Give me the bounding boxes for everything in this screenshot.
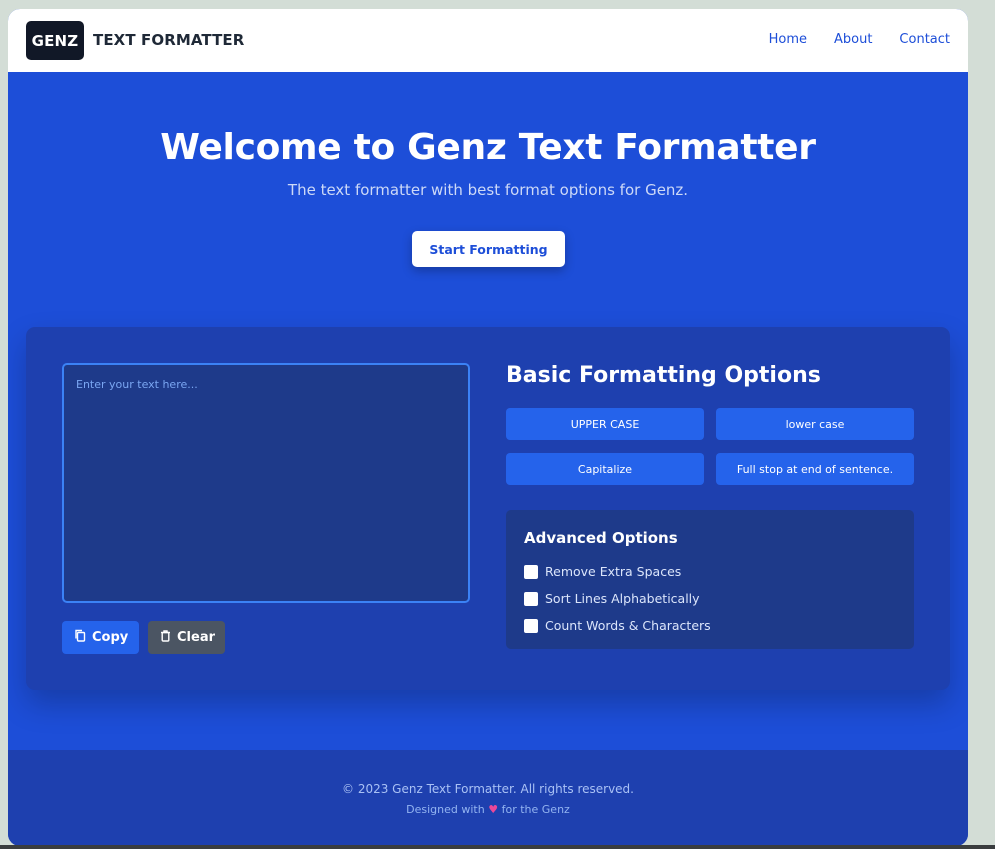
remove-extra-spaces-checkbox[interactable] [524,564,538,579]
advanced-options-title: Advanced Options [524,529,678,547]
editor-actions: Copy Clear [62,621,225,654]
hero-subtitle: The text formatter with best format opti… [287,181,689,199]
option-remove-extra-spaces[interactable]: Remove Extra Spaces [524,558,711,585]
nav-contact-link[interactable]: Contact [899,32,950,47]
basic-options-grid: UPPER CASE lower case Capitalize Full st… [506,408,914,485]
advanced-options-panel: Advanced Options Remove Extra Spaces Sor… [506,510,914,649]
option-count-words[interactable]: Count Words & Characters [524,612,711,639]
designed-suffix: for the Genz [501,803,570,816]
lowercase-button[interactable]: lower case [716,408,914,440]
start-formatting-button[interactable]: Start Formatting [412,231,565,267]
logo[interactable]: GENZ [26,21,84,60]
basic-options-title: Basic Formatting Options [506,363,821,388]
capitalize-button[interactable]: Capitalize [506,453,704,485]
nav-about-link[interactable]: About [834,32,872,47]
clear-button[interactable]: Clear [148,621,225,654]
copyright-text: © 2023 Genz Text Formatter. All rights r… [342,782,634,796]
option-sort-lines[interactable]: Sort Lines Alphabetically [524,585,711,612]
formatter-card: Copy Clear Basic Formatting Options UPPE… [26,327,950,690]
copy-icon [74,629,86,646]
clear-label: Clear [177,630,215,645]
copy-button[interactable]: Copy [62,621,139,654]
nav-home-link[interactable]: Home [769,32,807,47]
copy-label: Copy [92,630,129,645]
uppercase-button[interactable]: UPPER CASE [506,408,704,440]
taskbar-edge [0,845,995,849]
option-label: Remove Extra Spaces [545,564,682,579]
option-label: Sort Lines Alphabetically [545,591,700,606]
top-navbar: GENZ TEXT FORMATTER Home About Contact [8,9,968,72]
full-stop-button[interactable]: Full stop at end of sentence. [716,453,914,485]
brand-name: TEXT FORMATTER [93,31,245,49]
main-nav: Home About Contact [769,32,950,47]
designed-prefix: Designed with [406,803,485,816]
count-words-checkbox[interactable] [524,618,538,633]
designed-with-text: Designed with ♥ for the Genz [8,803,968,816]
advanced-options-list: Remove Extra Spaces Sort Lines Alphabeti… [524,558,711,639]
hero-title: Welcome to Genz Text Formatter [160,127,816,168]
text-input[interactable] [62,363,470,603]
heart-icon: ♥ [488,803,499,816]
app-window: GENZ TEXT FORMATTER Home About Contact W… [8,9,968,846]
option-label: Count Words & Characters [545,618,711,633]
footer: © 2023 Genz Text Formatter. All rights r… [8,750,968,846]
sort-lines-checkbox[interactable] [524,591,538,606]
trash-icon [160,629,171,646]
